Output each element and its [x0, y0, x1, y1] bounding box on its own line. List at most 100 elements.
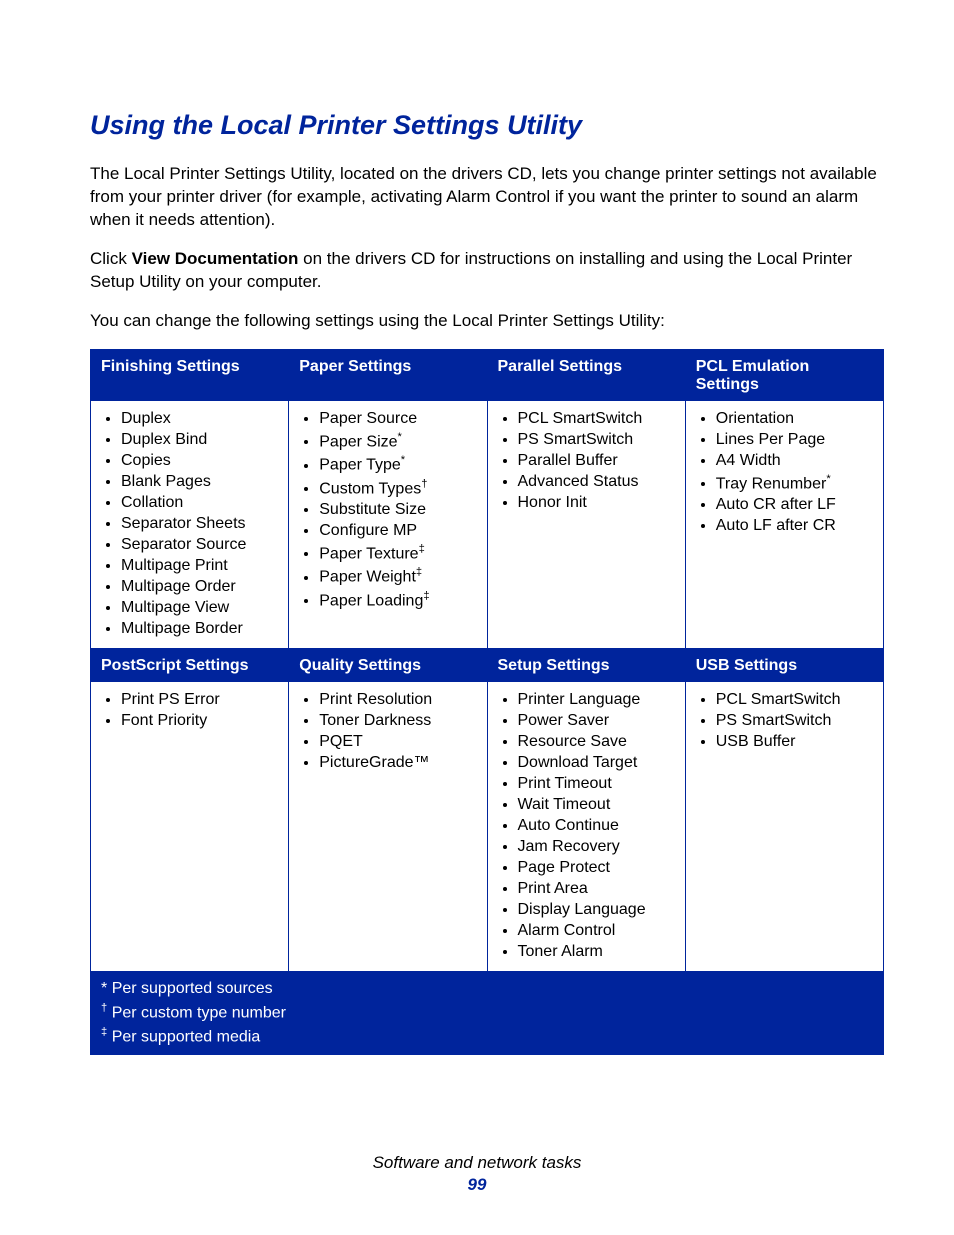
list-item-text: Download Target [518, 754, 638, 771]
list-item-text: Printer Language [518, 691, 641, 708]
list-item: Blank Pages [121, 472, 280, 493]
fn2-mark: † [101, 1002, 107, 1014]
td-usb: PCL SmartSwitchPS SmartSwitchUSB Buffer [685, 681, 883, 971]
list-item-text: Duplex [121, 410, 171, 427]
page-footer: Software and network tasks 99 [0, 1153, 954, 1195]
list-item-text: PQET [319, 733, 363, 750]
list-item: Configure MP [319, 521, 478, 542]
footnote-3: ‡ Per supported media [101, 1024, 873, 1048]
list-item-text: Orientation [716, 410, 794, 427]
list-item-text: Auto CR after LF [716, 496, 836, 513]
list-item-text: PCL SmartSwitch [716, 691, 841, 708]
list-item: Custom Types† [319, 476, 478, 499]
list-item-text: Paper Weight [319, 569, 416, 586]
list-item: Jam Recovery [518, 837, 677, 858]
td-setup: Printer Language Power SaverResource Save… [487, 681, 685, 971]
list-item-text: Print Resolution [319, 691, 432, 708]
list-item: Auto Continue [518, 816, 677, 837]
list-item: Multipage Order [121, 577, 280, 598]
td-quality: Print Resolution Toner DarknessPQET Pictur… [289, 681, 487, 971]
list-item-text: Advanced Status [518, 473, 639, 490]
list-item-text: Alarm Control [518, 922, 616, 939]
paragraph-instructions: Click View Documentation on the drivers … [90, 248, 884, 294]
th-postscript: PostScript Settings [91, 648, 289, 681]
list-item-text: Font Priority [121, 712, 207, 729]
th-quality: Quality Settings [289, 648, 487, 681]
list-item: PictureGrade™ [319, 753, 478, 774]
list-item-text: Paper Loading [319, 592, 423, 609]
list-item-text: Paper Size [319, 433, 397, 450]
th-paper: Paper Settings [289, 349, 487, 400]
list-item-text: Page Protect [518, 859, 611, 876]
list-item: Resource Save [518, 732, 677, 753]
list-item-text: PCL SmartSwitch [518, 410, 643, 427]
list-item: Font Priority [121, 711, 280, 732]
list-item: Toner Alarm [518, 942, 677, 963]
fn3-text: Per supported media [112, 1028, 261, 1045]
list-item-text: Resource Save [518, 733, 627, 750]
td-pcl: Orientation Lines Per Page A4 WidthTray Re… [685, 400, 883, 648]
list-item-text: Configure MP [319, 522, 417, 539]
list-item: Tray Renumber* [716, 472, 875, 495]
p2-bold: View Documentation [132, 249, 299, 268]
list-item-text: Duplex Bind [121, 431, 207, 448]
list-item-text: Paper Texture [319, 545, 418, 562]
footnote-mark-icon: * [826, 473, 830, 485]
fn1-text: Per supported sources [112, 980, 273, 997]
list-item: Separator Sheets [121, 514, 280, 535]
list-item-text: Auto LF after CR [716, 517, 836, 534]
list-item: Collation [121, 493, 280, 514]
list-item: Multipage Border [121, 619, 280, 640]
list-item: Paper Size* [319, 430, 478, 453]
list-item: Printer Language [518, 690, 677, 711]
th-pcl: PCL Emulation Settings [685, 349, 883, 400]
list-item: Paper Source [319, 409, 478, 430]
list-item: Download Target [518, 753, 677, 774]
list-item: Advanced Status [518, 472, 677, 493]
list-item: A4 Width [716, 451, 875, 472]
list-item-text: Paper Source [319, 410, 417, 427]
list-item-text: Wait Timeout [518, 796, 611, 813]
fn1-mark: * [101, 980, 107, 997]
list-item-text: Paper Type [319, 457, 401, 474]
list-item-text: Separator Sheets [121, 515, 246, 532]
footnote-mark-icon: ‡ [423, 590, 429, 602]
footnote-mark-icon: * [398, 431, 402, 443]
list-item-text: Multipage View [121, 599, 229, 616]
list-item-text: Separator Source [121, 536, 246, 553]
list-item: Multipage Print [121, 556, 280, 577]
list-item: Toner Darkness [319, 711, 478, 732]
list-item-text: PictureGrade™ [319, 754, 429, 771]
fn2-text: Per custom type number [112, 1004, 286, 1021]
list-item-text: Multipage Order [121, 578, 236, 595]
th-usb: USB Settings [685, 648, 883, 681]
list-item-text: Auto Continue [518, 817, 619, 834]
list-item: Paper Texture‡ [319, 542, 478, 565]
list-item: Power Saver [518, 711, 677, 732]
list-item-text: Custom Types [319, 480, 421, 497]
list-item-text: Lines Per Page [716, 431, 825, 448]
list-item: PS SmartSwitch [518, 430, 677, 451]
list-item-text: PS SmartSwitch [716, 712, 832, 729]
footnote-mark-icon: ‡ [416, 566, 422, 578]
list-item: Honor Init [518, 493, 677, 514]
list-item: PCL SmartSwitch [716, 690, 875, 711]
p2-a: Click [90, 249, 132, 268]
footnotes-cell: * Per supported sources † Per custom typ… [91, 971, 884, 1055]
list-item-text: Print Timeout [518, 775, 612, 792]
list-item: Lines Per Page [716, 430, 875, 451]
td-postscript: Print PS ErrorFont Priority [91, 681, 289, 971]
list-item: Print PS Error [121, 690, 280, 711]
list-item: Multipage View [121, 598, 280, 619]
list-item: PCL SmartSwitch [518, 409, 677, 430]
footer-section: Software and network tasks [0, 1153, 954, 1173]
list-item-text: Jam Recovery [518, 838, 620, 855]
list-item: Duplex [121, 409, 280, 430]
list-item-text: Copies [121, 452, 171, 469]
list-item: Parallel Buffer [518, 451, 677, 472]
list-item: Print Timeout [518, 774, 677, 795]
list-item: Copies [121, 451, 280, 472]
paragraph-lead: You can change the following settings us… [90, 310, 884, 333]
list-item-text: Blank Pages [121, 473, 211, 490]
paragraph-intro: The Local Printer Settings Utility, loca… [90, 163, 884, 232]
